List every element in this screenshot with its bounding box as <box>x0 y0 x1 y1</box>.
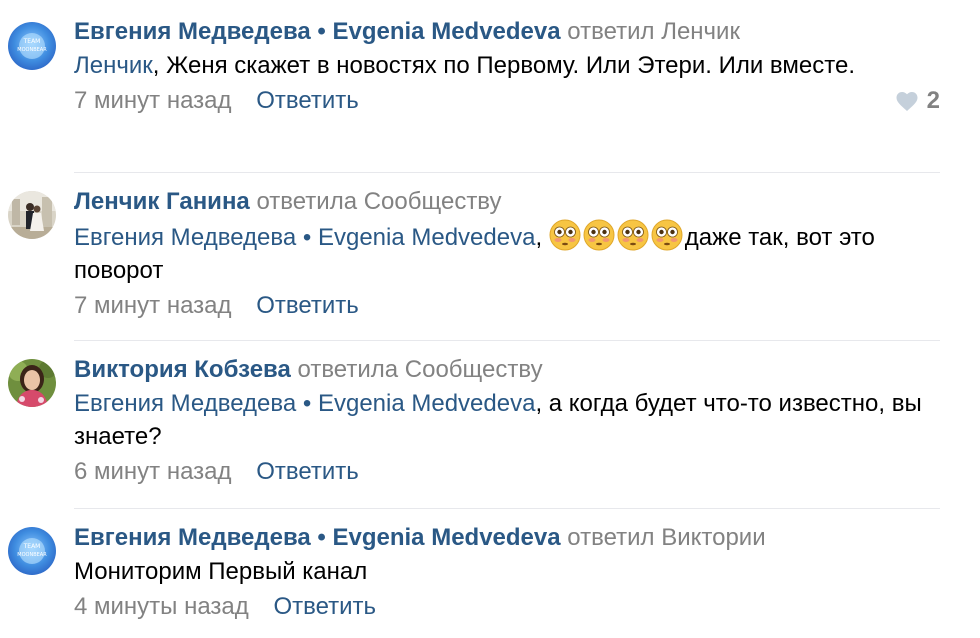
comment-meta: 7 минут назад Ответить <box>74 290 940 322</box>
comment-meta: 4 минуты назад Ответить <box>74 591 940 623</box>
comment-text-body: , Женя скажет в новостях по Первому. Или… <box>152 52 855 79</box>
comment-meta: 6 минут назад Ответить <box>74 456 940 488</box>
comment-divider <box>74 340 940 341</box>
svg-text:MOONBEAR: MOONBEAR <box>17 47 47 53</box>
comment-text-prefix: , <box>535 224 549 251</box>
reply-to-label[interactable]: ответил Виктории <box>567 524 765 551</box>
avatar-team-moonbear[interactable]: TEAM MOONBEAR <box>8 527 56 575</box>
avatar-team-moonbear[interactable]: TEAM MOONBEAR <box>8 22 56 70</box>
reply-to-label[interactable]: ответила Сообществу <box>298 356 543 383</box>
comment-header: Евгения Медведева • Evgenia Medvedeva от… <box>74 16 940 48</box>
comment-divider <box>74 508 940 509</box>
flushed-face-emoji <box>549 219 581 251</box>
comment-timestamp[interactable]: 7 минут назад <box>74 87 232 114</box>
like-count: 2 <box>926 87 940 114</box>
comment-timestamp[interactable]: 7 минут назад <box>74 292 232 319</box>
reply-button[interactable]: Ответить <box>256 292 359 319</box>
comment-author-link[interactable]: Евгения Медведева • Evgenia Medvedeva <box>74 18 561 45</box>
mention-link[interactable]: Ленчик <box>74 52 153 79</box>
flushed-face-emoji <box>651 219 683 251</box>
comment-timestamp[interactable]: 6 минут назад <box>74 458 232 485</box>
flushed-face-emoji <box>617 219 649 251</box>
like-button[interactable]: 2 <box>895 85 940 117</box>
svg-text:TEAM: TEAM <box>23 543 41 550</box>
comment-timestamp[interactable]: 4 минуты назад <box>74 593 249 620</box>
mention-link[interactable]: Евгения Медведева • Evgenia Medvedeva <box>74 224 535 251</box>
comment-content: Виктория Кобзева ответила Сообществу Евг… <box>74 354 940 488</box>
comment-meta: 7 минут назад Ответить 2 <box>74 85 940 117</box>
comment-text-body: Мониторим Первый канал <box>74 558 368 585</box>
comment-content: Евгения Медведева • Evgenia Medvedeva от… <box>74 16 940 117</box>
comments-list: TEAM MOONBEAR Евгения Медведева • Evgeni… <box>0 0 980 638</box>
comment-author-link[interactable]: Виктория Кобзева <box>74 356 291 383</box>
comment-text: Мониторим Первый канал <box>74 555 940 588</box>
comment-divider <box>74 172 940 173</box>
mention-link[interactable]: Евгения Медведева • Evgenia Medvedeva <box>74 390 535 417</box>
reply-to-label[interactable]: ответил Ленчик <box>567 18 740 45</box>
comment-header: Евгения Медведева • Evgenia Medvedeva от… <box>74 522 940 554</box>
svg-text:TEAM: TEAM <box>23 38 41 45</box>
comment-author-link[interactable]: Евгения Медведева • Evgenia Medvedeva <box>74 524 561 551</box>
comment-header: Ленчик Ганина ответила Сообществу <box>74 186 940 218</box>
reply-to-label[interactable]: ответила Сообществу <box>256 188 501 215</box>
avatar-lenchik-ganina[interactable] <box>8 191 56 239</box>
avatar-viktoria-kobzeva[interactable] <box>8 359 56 407</box>
comment-header: Виктория Кобзева ответила Сообществу <box>74 354 940 386</box>
comment-content: Ленчик Ганина ответила Сообществу Евгени… <box>74 186 940 322</box>
comment-author-link[interactable]: Ленчик Ганина <box>74 188 250 215</box>
reply-button[interactable]: Ответить <box>256 87 359 114</box>
comment-text: Евгения Медведева • Evgenia Medvedeva, д… <box>74 219 940 287</box>
svg-text:MOONBEAR: MOONBEAR <box>17 552 47 558</box>
flushed-face-emoji <box>583 219 615 251</box>
comment-content: Евгения Медведева • Evgenia Medvedeva от… <box>74 522 940 623</box>
reply-button[interactable]: Ответить <box>273 593 376 620</box>
reply-button[interactable]: Ответить <box>256 458 359 485</box>
heart-icon <box>896 92 918 111</box>
comment-text: Евгения Медведева • Evgenia Medvedeva, а… <box>74 387 940 453</box>
comment-text: Ленчик, Женя скажет в новостях по Первом… <box>74 49 940 82</box>
